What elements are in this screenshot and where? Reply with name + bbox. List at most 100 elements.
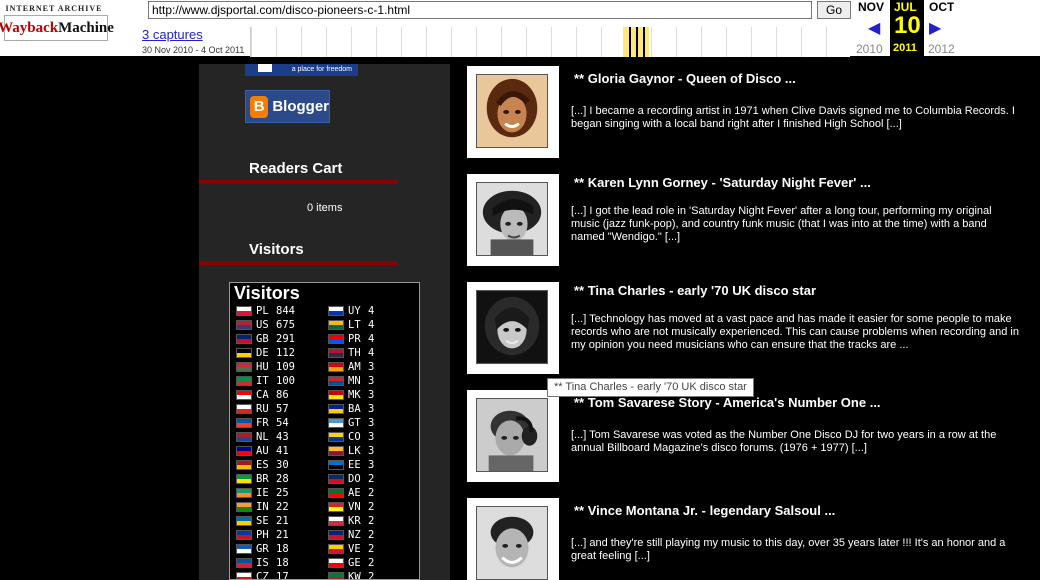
- readers-cart-heading: Readers Cart: [249, 160, 343, 177]
- current-day-label: 10: [894, 12, 921, 39]
- visitor-count: 291: [276, 333, 295, 345]
- visitor-country-row: US 675: [236, 318, 306, 332]
- country-code: FR: [256, 417, 269, 429]
- logo-machine-text: Machine: [58, 19, 114, 36]
- visitor-country-row: GT 3: [328, 416, 398, 430]
- post-thumbnail[interactable]: [467, 498, 559, 580]
- visitor-country-row: BR 28: [236, 472, 306, 486]
- calendar-navigator: NOV ◀ 2010 JUL 10 2011 OCT N York's ▶ 20…: [852, 0, 1040, 60]
- visitor-count: 3: [368, 375, 375, 387]
- country-code: PH: [256, 529, 269, 541]
- country-code: IT: [256, 375, 269, 387]
- visitor-count: 2: [368, 515, 375, 527]
- visitor-count: 2: [368, 487, 375, 499]
- country-code: KR: [348, 515, 361, 527]
- country-flag-icon: [328, 320, 344, 330]
- visitor-country-row: CO 3: [328, 430, 398, 444]
- post-thumbnail[interactable]: [467, 174, 559, 266]
- blogger-button[interactable]: B Blogger: [245, 90, 330, 123]
- wayback-logo[interactable]: INTERNET ARCHIVE Wayback Machine: [0, 4, 114, 46]
- post-title-link[interactable]: ** Tom Savarese Story - America's Number…: [574, 395, 881, 410]
- country-code: EE: [348, 459, 361, 471]
- prev-month-label[interactable]: NOV: [858, 0, 884, 14]
- country-flag-icon: [328, 348, 344, 358]
- country-code: DO: [348, 473, 361, 485]
- visitor-count: 22: [276, 501, 289, 513]
- next-capture-arrow-icon[interactable]: ▶: [929, 18, 941, 38]
- country-flag-icon: [236, 488, 252, 498]
- go-button[interactable]: Go: [817, 1, 851, 19]
- country-flag-icon: [236, 306, 252, 316]
- country-flag-icon: [328, 474, 344, 484]
- prev-year-label[interactable]: 2010: [856, 42, 883, 56]
- visitor-count: 30: [276, 459, 289, 471]
- facebook-banner[interactable]: a place for freedom: [245, 64, 358, 76]
- prev-capture-arrow-icon[interactable]: ◀: [868, 18, 880, 38]
- country-flag-icon: [328, 502, 344, 512]
- current-year-label: 2011: [893, 42, 917, 54]
- visitor-count: 86: [276, 389, 289, 401]
- country-flag-icon: [328, 544, 344, 554]
- capture-sparkline[interactable]: [250, 27, 850, 57]
- visitor-count: 3: [368, 459, 375, 471]
- visitor-country-row: BA 3: [328, 402, 398, 416]
- post-thumbnail[interactable]: [467, 282, 559, 374]
- post-title-link[interactable]: ** Tina Charles - early '70 UK disco sta…: [574, 283, 816, 298]
- country-flag-icon: [236, 362, 252, 372]
- country-flag-icon: [236, 502, 252, 512]
- visitor-count: 28: [276, 473, 289, 485]
- next-month-label[interactable]: OCT: [929, 0, 954, 14]
- next-year-label[interactable]: 2012: [928, 42, 955, 56]
- visitor-country-row: PR 4: [328, 332, 398, 346]
- country-code: MN: [348, 375, 361, 387]
- country-flag-icon: [328, 376, 344, 386]
- country-code: RU: [256, 403, 269, 415]
- country-flag-icon: [328, 362, 344, 372]
- visitor-country-row: GR 18: [236, 542, 306, 556]
- country-flag-icon: [236, 530, 252, 540]
- post-thumbnail[interactable]: [467, 66, 559, 158]
- visitors-divider: [199, 261, 398, 265]
- visitor-count: 675: [276, 319, 295, 331]
- post-title-link[interactable]: ** Gloria Gaynor - Queen of Disco ...: [574, 71, 796, 86]
- visitor-count: 21: [276, 515, 289, 527]
- visitors-widget[interactable]: Visitors PL 844 US 675 GB 291 DE 112 HU 109 IT 100 C…: [229, 282, 420, 580]
- country-flag-icon: [236, 572, 252, 579]
- post-thumbnail[interactable]: [467, 390, 559, 482]
- visitor-count: 4: [368, 333, 375, 345]
- visitor-count: 3: [368, 361, 375, 373]
- country-flag-icon: [328, 446, 344, 456]
- visitor-count: 4: [368, 347, 375, 359]
- visitor-country-row: HU 109: [236, 360, 306, 374]
- country-flag-icon: [236, 544, 252, 554]
- country-code: KW: [348, 571, 361, 580]
- country-flag-icon: [236, 446, 252, 456]
- visitor-country-row: KR 2: [328, 514, 398, 528]
- post-title-link[interactable]: ** Vince Montana Jr. - legendary Salsoul…: [574, 503, 835, 518]
- visitor-count: 3: [368, 403, 375, 415]
- captures-link[interactable]: 3 captures: [142, 27, 203, 42]
- country-flag-icon: [236, 334, 252, 344]
- logo-internet-archive-text: INTERNET ARCHIVE: [5, 4, 103, 13]
- country-flag-icon: [236, 404, 252, 414]
- country-flag-icon: [236, 348, 252, 358]
- visitor-count: 3: [368, 431, 375, 443]
- country-flag-icon: [328, 306, 344, 316]
- visitor-country-row: DO 2: [328, 472, 398, 486]
- post-title-link[interactable]: ** Karen Lynn Gorney - 'Saturday Night F…: [574, 175, 871, 190]
- country-code: IN: [256, 501, 269, 513]
- visitor-country-row: NZ 2: [328, 528, 398, 542]
- visitor-count: 21: [276, 529, 289, 541]
- country-code: GT: [348, 417, 361, 429]
- country-code: SE: [256, 515, 269, 527]
- country-flag-icon: [328, 334, 344, 344]
- country-code: NZ: [348, 529, 361, 541]
- url-input[interactable]: [148, 1, 812, 19]
- cart-items-count[interactable]: 0 items: [307, 202, 342, 214]
- country-flag-icon: [328, 432, 344, 442]
- country-code: LK: [348, 445, 361, 457]
- visitor-country-row: CZ 17: [236, 570, 306, 579]
- visitor-country-row: IE 25: [236, 486, 306, 500]
- logo-wayback-machine: Wayback Machine: [0, 15, 114, 41]
- capture-date-range: 30 Nov 2010 - 4 Oct 2011: [142, 45, 245, 55]
